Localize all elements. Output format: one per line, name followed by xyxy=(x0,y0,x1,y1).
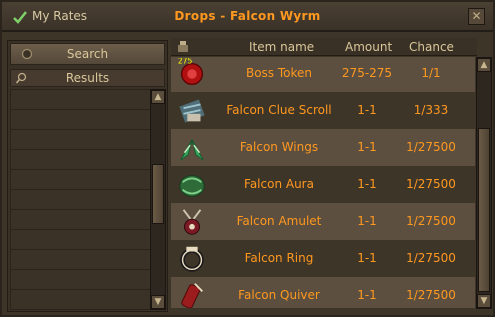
table-scroll-down-arrow[interactable]: ▼ xyxy=(477,294,491,308)
result-row[interactable] xyxy=(10,249,151,270)
search-icon xyxy=(21,48,33,60)
item-chance: 1/27500 xyxy=(406,177,456,191)
results-header: Results xyxy=(10,69,165,87)
results-scrollbar[interactable]: ▲ ▼ xyxy=(150,89,166,310)
table-scrollbar[interactable]: ▲ ▼ xyxy=(476,57,492,309)
scroll-up-arrow[interactable]: ▲ xyxy=(151,90,165,104)
item-chance: 1/27500 xyxy=(406,140,456,154)
ring-icon xyxy=(180,246,204,272)
quiver-icon xyxy=(181,283,204,308)
table-scroll-thumb[interactable] xyxy=(478,128,490,292)
item-name: Falcon Quiver xyxy=(238,288,320,302)
search-button-label: Search xyxy=(66,47,109,61)
results-list xyxy=(10,89,151,310)
item-name: Boss Token xyxy=(245,66,313,80)
results-label: Results xyxy=(65,71,110,85)
scroll-down-arrow[interactable]: ▼ xyxy=(151,295,165,309)
amulet-icon xyxy=(182,209,202,235)
item-chance: 1/27500 xyxy=(406,251,456,265)
drop-table-window: My Rates Drops - Falcon Wyrm ✕ Search Re… xyxy=(0,0,495,317)
item-chance: 1/27500 xyxy=(406,288,456,302)
window-title: Drops - Falcon Wyrm xyxy=(174,9,321,23)
result-row[interactable] xyxy=(10,89,151,110)
table-body: 275 Boss Token 275-275 1/1 Falcon Clue Scrol… xyxy=(171,57,475,308)
result-row[interactable] xyxy=(10,289,151,310)
scroll-thumb[interactable] xyxy=(152,164,164,224)
stack-count-badge: 275 xyxy=(178,58,193,66)
table-row[interactable]: Falcon Quiver 1-1 1/27500 xyxy=(171,277,475,308)
aura-icon xyxy=(179,175,205,197)
table-row[interactable]: Falcon Clue Scroll 1-1 1/333 xyxy=(171,92,475,129)
item-name: Falcon Clue Scroll xyxy=(226,103,332,117)
table-header: Item name Amount Chance xyxy=(171,38,477,56)
item-name: Falcon Amulet xyxy=(236,214,322,228)
item-chance: 1/333 xyxy=(413,103,449,117)
column-header-amount[interactable]: Amount xyxy=(345,40,392,54)
table-row[interactable]: 275 Boss Token 275-275 1/1 xyxy=(171,57,475,92)
boss-token-icon: 275 xyxy=(178,58,204,86)
table-row[interactable]: Falcon Amulet 1-1 1/27500 xyxy=(171,203,475,240)
result-row[interactable] xyxy=(10,169,151,190)
item-name: Falcon Ring xyxy=(244,251,314,265)
magnifier-icon xyxy=(15,72,27,84)
result-row[interactable] xyxy=(10,149,151,170)
column-header-chance[interactable]: Chance xyxy=(409,40,454,54)
result-row[interactable] xyxy=(10,269,151,290)
drop-table: Item name Amount Chance 275 Boss Token 275… xyxy=(171,38,492,312)
close-button[interactable]: ✕ xyxy=(468,8,485,25)
result-row[interactable] xyxy=(10,229,151,250)
column-header-item-name[interactable]: Item name xyxy=(249,40,314,54)
table-scroll-up-arrow[interactable]: ▲ xyxy=(477,58,491,72)
result-row[interactable] xyxy=(10,129,151,150)
table-row[interactable]: Falcon Ring 1-1 1/27500 xyxy=(171,240,475,277)
result-row[interactable] xyxy=(10,109,151,130)
search-panel: Search Results ▲ ▼ xyxy=(7,40,168,312)
result-row[interactable] xyxy=(10,209,151,230)
table-row[interactable]: Falcon Wings 1-1 1/27500 xyxy=(171,129,475,166)
result-row[interactable] xyxy=(10,189,151,210)
title-bar: My Rates Drops - Falcon Wyrm ✕ xyxy=(2,2,493,32)
item-name: Falcon Wings xyxy=(239,140,319,154)
sort-icon[interactable] xyxy=(177,40,189,53)
wings-icon xyxy=(180,139,204,161)
item-chance: 1/27500 xyxy=(406,214,456,228)
item-chance: 1/1 xyxy=(421,66,441,80)
search-button[interactable]: Search xyxy=(10,43,165,65)
item-name: Falcon Aura xyxy=(244,177,314,191)
close-icon: ✕ xyxy=(471,9,482,23)
clue-scroll-icon xyxy=(179,99,205,123)
table-row[interactable]: Falcon Aura 1-1 1/27500 xyxy=(171,166,475,203)
